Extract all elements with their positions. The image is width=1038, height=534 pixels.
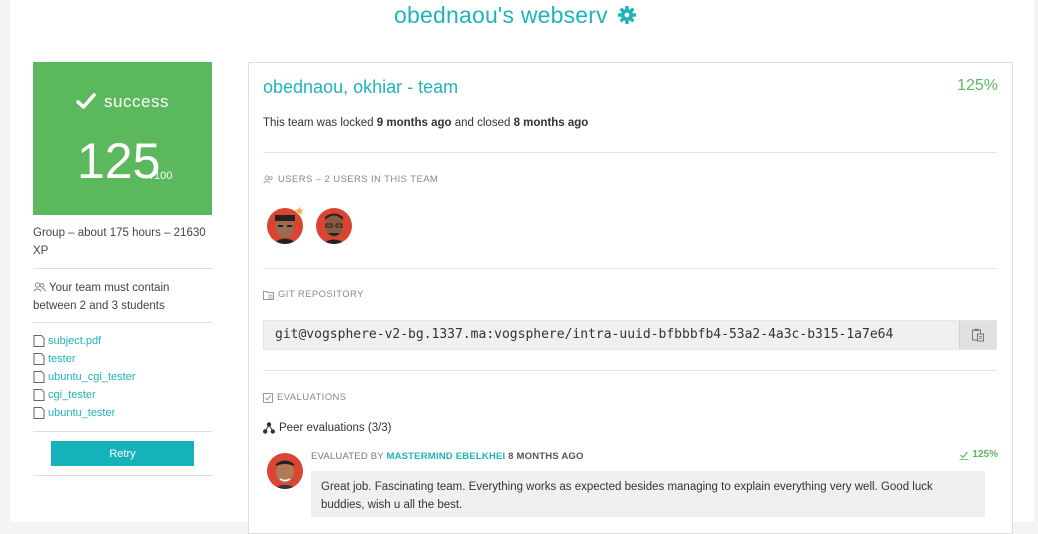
evaluation-score: 125% (959, 449, 998, 460)
divider (33, 475, 212, 476)
divider (263, 152, 997, 153)
attachment-link[interactable]: tester (33, 350, 212, 368)
file-icon (33, 353, 45, 365)
team-score: 125% (957, 77, 998, 94)
file-icon (33, 335, 45, 347)
status-label: success (104, 92, 169, 111)
evaluator-link[interactable]: MASTERMIND EBELKHEI (386, 451, 505, 462)
page: obednaou's webserv success 125 /100 Grou… (10, 0, 1034, 534)
avatar[interactable] (316, 208, 352, 244)
file-icon (33, 407, 45, 419)
file-icon (33, 371, 45, 383)
evaluation-meta: EVALUATED BY MASTERMIND EBELKHEI 8 MONTH… (311, 451, 584, 462)
divider (33, 431, 212, 432)
grade-max: /100 (151, 170, 173, 182)
clipboard-icon (972, 328, 984, 342)
divider (33, 322, 212, 323)
team-name[interactable]: obednaou, okhiar - team (263, 77, 458, 98)
users-section-label: USERS – 2 USERS IN THIS TEAM (263, 174, 438, 185)
team-status-line: This team was locked 9 months ago and cl… (263, 117, 589, 129)
star-icon: ★ (294, 204, 305, 218)
git-section-label: GIT REPOSITORY (263, 289, 364, 300)
attachment-link[interactable]: ubuntu_tester (33, 404, 212, 422)
evaluations-section-label: EVALUATIONS (263, 392, 347, 403)
attachment-link[interactable]: cgi_tester (33, 386, 212, 404)
copy-button[interactable] (959, 321, 996, 349)
attachments-list: subject.pdf tester ubuntu_cgi_tester cgi… (33, 332, 212, 422)
divider (33, 268, 212, 269)
attachment-link[interactable]: ubuntu_cgi_tester (33, 368, 212, 386)
evaluator-avatar[interactable] (267, 453, 303, 489)
users-icon (263, 175, 273, 184)
user-avatar-image (267, 453, 303, 489)
user-avatar-image (316, 208, 352, 244)
gear-icon[interactable] (617, 5, 637, 25)
divider (263, 268, 997, 269)
evaluation-comment: Great job. Fascinating team. Everything … (311, 471, 985, 517)
users-icon (33, 282, 46, 292)
retry-button[interactable]: Retry (51, 441, 194, 466)
git-url[interactable]: git@vogsphere-v2-bg.1337.ma:vogsphere/in… (275, 327, 951, 342)
peer-evaluations-title: Peer evaluations (3/3) (263, 422, 392, 434)
sitemap-icon (263, 422, 275, 434)
group-info: Group – about 175 hours – 21630 XP (33, 227, 206, 257)
repository-icon (263, 290, 274, 300)
attachment-link[interactable]: subject.pdf (33, 332, 212, 350)
project-title: obednaou's webserv (394, 2, 608, 28)
checkmark-icon (76, 93, 96, 109)
team-size-info: Your team must contain between 2 and 3 s… (33, 282, 170, 312)
divider (263, 370, 997, 371)
edit-check-icon (959, 451, 969, 460)
team-panel: obednaou, okhiar - team 125% This team w… (248, 62, 1013, 534)
file-icon (33, 389, 45, 401)
git-url-field[interactable]: git@vogsphere-v2-bg.1337.ma:vogsphere/in… (263, 320, 997, 350)
checklist-icon (263, 392, 273, 403)
project-status-card: success 125 /100 (33, 62, 212, 215)
final-grade: 125 (77, 133, 161, 189)
